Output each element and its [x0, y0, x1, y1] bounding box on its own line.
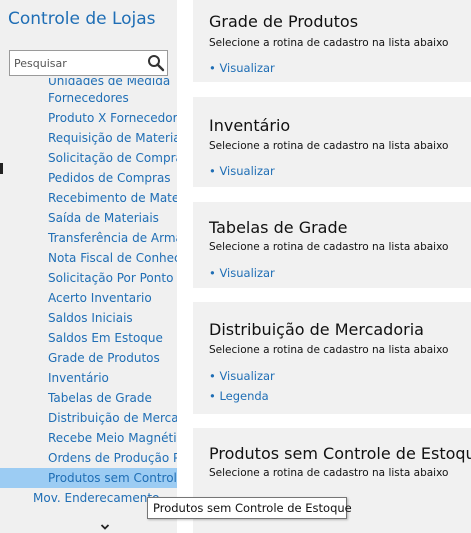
- visualizar-link[interactable]: • Visualizar: [209, 266, 275, 280]
- legenda-link[interactable]: • Legenda: [209, 389, 269, 403]
- search-box[interactable]: [9, 50, 168, 76]
- sidebar-item-saida-de-materiais[interactable]: Saída de Materiais: [0, 208, 177, 228]
- sidebar-menu: Unidades de Medida Fornecedores Produto …: [0, 78, 177, 508]
- card-subtitle: Selecione a rotina de cadastro na lista …: [209, 467, 449, 479]
- search-input[interactable]: [10, 51, 150, 75]
- sidebar-item-acerto-inventario[interactable]: Acerto Inventario: [0, 288, 177, 308]
- sidebar: Controle de Lojas Unidades de Medida For…: [0, 0, 177, 533]
- tooltip: Produtos sem Controle de Estoque: [147, 497, 352, 519]
- sidebar-item-recebimento-de-materiais[interactable]: Recebimento de Materiais: [0, 188, 177, 208]
- visualizar-link[interactable]: • Visualizar: [209, 61, 275, 75]
- sidebar-item-pedidos-de-compras[interactable]: Pedidos de Compras: [0, 168, 177, 188]
- card-title: Distribuição de Mercadoria: [209, 320, 424, 339]
- card-title: Produtos sem Controle de Estoque: [209, 444, 471, 463]
- card-title: Grade de Produtos: [209, 12, 359, 31]
- card-subtitle: Selecione a rotina de cadastro na lista …: [209, 241, 449, 253]
- sidebar-item-fornecedores[interactable]: Fornecedores: [0, 88, 177, 108]
- sidebar-item-distribuicao-de-mercadoria[interactable]: Distribuição de Mercadoria: [0, 408, 177, 428]
- sidebar-item-solicitacao-por-ponto-de-pedido[interactable]: Solicitação Por Ponto de Pedido: [0, 268, 177, 288]
- sidebar-item-requisicao-de-materiais[interactable]: Requisição de Materiais: [0, 128, 177, 148]
- sidebar-title: Controle de Lojas: [8, 9, 156, 29]
- card-subtitle: Selecione a rotina de cadastro na lista …: [209, 344, 449, 356]
- card-tabelas-de-grade: Tabelas de Grade Selecione a rotina de c…: [193, 202, 471, 288]
- sidebar-item-unidades-de-medida[interactable]: Unidades de Medida: [0, 78, 177, 88]
- sidebar-item-saldos-iniciais[interactable]: Saldos Iniciais: [0, 308, 177, 328]
- card-title: Inventário: [209, 116, 291, 135]
- card-inventario: Inventário Selecione a rotina de cadastr…: [193, 97, 471, 187]
- sidebar-item-grade-de-produtos[interactable]: Grade de Produtos: [0, 348, 177, 368]
- chevron-down-icon[interactable]: [100, 516, 110, 530]
- card-distribuicao-de-mercadoria: Distribuição de Mercadoria Selecione a r…: [193, 302, 471, 414]
- search-icon[interactable]: [147, 54, 165, 72]
- sidebar-item-transferencia-de-armazem[interactable]: Transferência de Armazém: [0, 228, 177, 248]
- edge-marker: [0, 163, 3, 174]
- card-subtitle: Selecione a rotina de cadastro na lista …: [209, 37, 449, 49]
- visualizar-link[interactable]: • Visualizar: [209, 369, 275, 383]
- sidebar-item-tabelas-de-grade[interactable]: Tabelas de Grade: [0, 388, 177, 408]
- sidebar-item-saldos-em-estoque[interactable]: Saldos Em Estoque: [0, 328, 177, 348]
- visualizar-link[interactable]: • Visualizar: [209, 164, 275, 178]
- sidebar-item-produtos-sem-controle[interactable]: Produtos sem Controle de Estoque: [0, 468, 177, 488]
- sidebar-item-inventario[interactable]: Inventário: [0, 368, 177, 388]
- panel-gutter: [177, 0, 191, 533]
- sidebar-item-produto-x-fornecedor[interactable]: Produto X Fornecedor: [0, 108, 177, 128]
- sidebar-item-nota-fiscal-de-conhecimento[interactable]: Nota Fiscal de Conhecimento: [0, 248, 177, 268]
- sidebar-item-recebe-meio-magnetico[interactable]: Recebe Meio Magnético: [0, 428, 177, 448]
- sidebar-item-solicitacao-de-compras[interactable]: Solicitação de Compras: [0, 148, 177, 168]
- card-title: Tabelas de Grade: [209, 218, 348, 237]
- sidebar-item-ordens-de-producao[interactable]: Ordens de Produção Por Grade: [0, 448, 177, 468]
- card-grade-de-produtos: Grade de Produtos Selecione a rotina de …: [193, 0, 471, 82]
- main-content: Grade de Produtos Selecione a rotina de …: [193, 0, 471, 533]
- card-subtitle: Selecione a rotina de cadastro na lista …: [209, 140, 449, 152]
